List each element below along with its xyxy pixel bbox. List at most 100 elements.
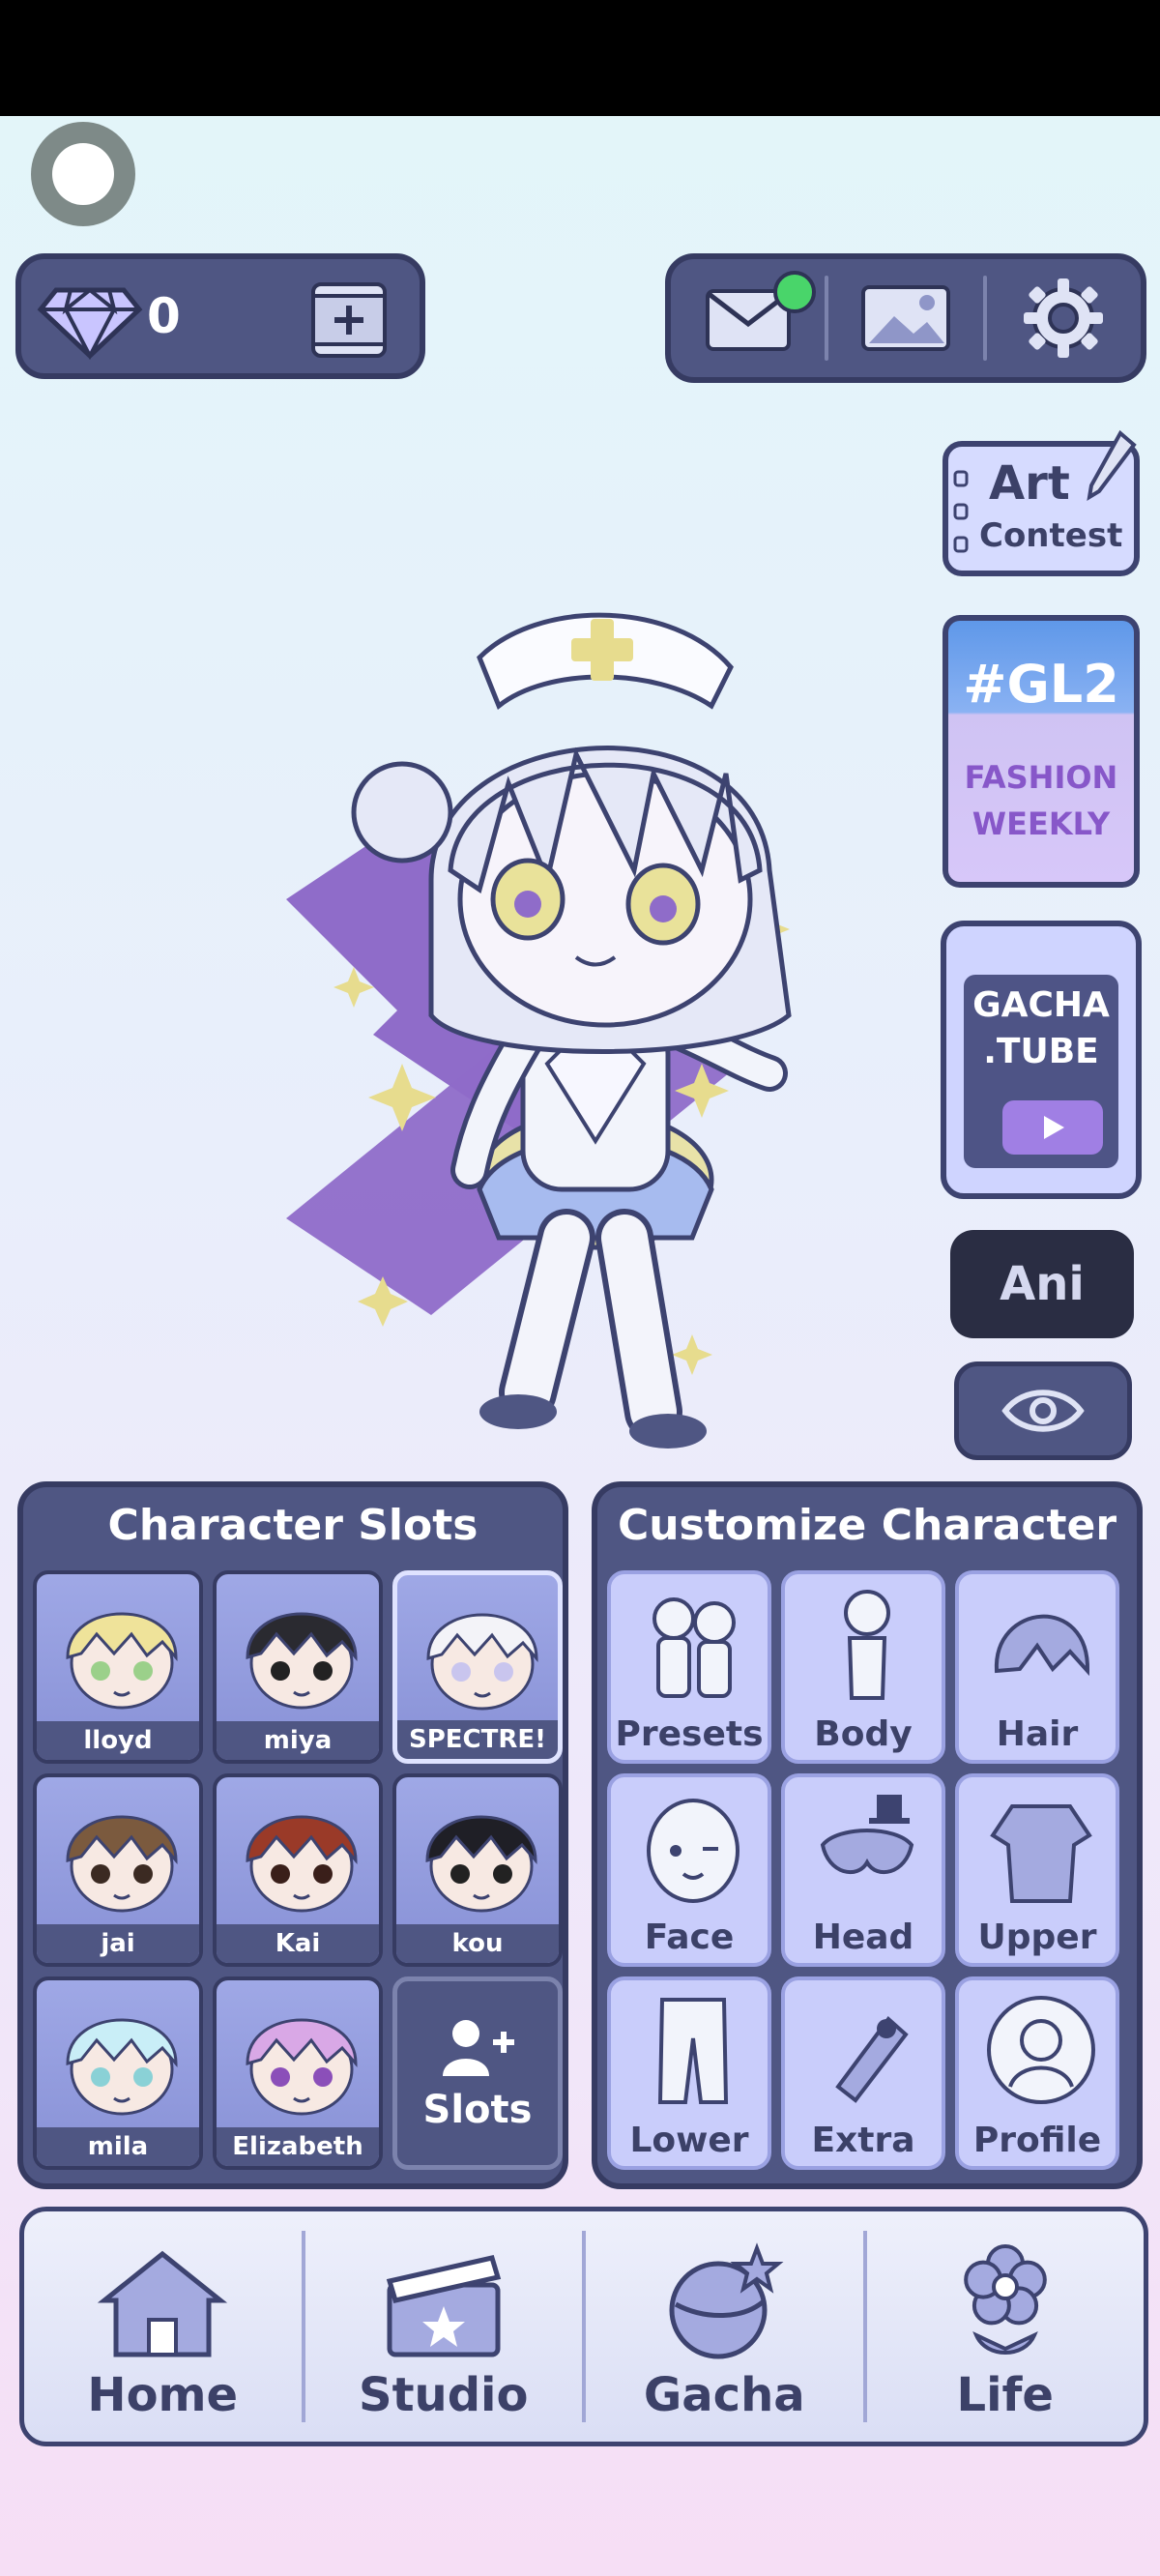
gl2-tag: #GL2 bbox=[963, 654, 1119, 715]
gallery-button[interactable] bbox=[828, 259, 982, 377]
add-slots-label: Slots bbox=[422, 2088, 533, 2132]
nav-home[interactable]: Home bbox=[24, 2211, 302, 2442]
art-contest-label-line2: Contest bbox=[979, 516, 1123, 555]
customize-label: Upper bbox=[977, 1917, 1097, 1957]
character-slot-name: kou bbox=[396, 1924, 559, 1963]
character-slot[interactable]: SPECTRE! bbox=[392, 1570, 563, 1764]
gear-icon bbox=[1024, 278, 1104, 358]
body-icon bbox=[844, 1590, 890, 1700]
fashion-label: FASHION bbox=[964, 759, 1118, 796]
character-portrait-icon bbox=[66, 2018, 178, 2116]
head-icon bbox=[820, 1795, 914, 1875]
mail-button[interactable] bbox=[671, 259, 825, 377]
art-contest-button[interactable]: Art Contest bbox=[942, 429, 1140, 576]
character-slots-panel: Character Slots lloyd miya SPECTRE! jai Kai k… bbox=[17, 1481, 568, 2189]
gacha-tube-line2: .TUBE bbox=[983, 1032, 1099, 1071]
character-slot-name: lloyd bbox=[37, 1721, 199, 1760]
toggle-visibility-button[interactable] bbox=[954, 1361, 1132, 1460]
nav-label: Home bbox=[87, 2368, 239, 2422]
character-slot[interactable]: mila bbox=[33, 1976, 203, 2170]
customize-grid: Presets Body Hair Face Head Upper Lower Extra Pr… bbox=[607, 1570, 1119, 2170]
gacha-tube-button[interactable]: GACHA .TUBE bbox=[941, 921, 1142, 1199]
customize-label: Extra bbox=[811, 2121, 915, 2160]
character-portrait-icon bbox=[426, 1613, 538, 1711]
upper-icon bbox=[990, 1804, 1092, 1903]
character-slot-name: SPECTRE! bbox=[397, 1720, 558, 1759]
add-slots-button[interactable]: Slots bbox=[392, 1976, 563, 2170]
nav-studio[interactable]: Studio bbox=[305, 2211, 583, 2442]
customize-body-button[interactable]: Body bbox=[781, 1570, 945, 1764]
screen-record-indicator[interactable] bbox=[31, 122, 135, 226]
customize-presets-button[interactable]: Presets bbox=[607, 1570, 771, 1764]
hair-icon bbox=[994, 1614, 1090, 1677]
character-slot-name: Elizabeth bbox=[217, 2127, 379, 2166]
pencil-icon bbox=[1087, 429, 1137, 501]
presets-icon bbox=[652, 1597, 736, 1698]
add-user-icon bbox=[443, 2020, 514, 2076]
character-portrait-icon bbox=[425, 1815, 537, 1913]
customize-head-button[interactable]: Head bbox=[781, 1773, 945, 1967]
customize-extra-button[interactable]: Extra bbox=[781, 1976, 945, 2170]
fashion-weekly-label: FASHION WEEKLY bbox=[948, 754, 1134, 847]
image-icon bbox=[860, 285, 950, 351]
nav-label: Gacha bbox=[643, 2368, 805, 2422]
bottom-navigation: Home Studio Gacha Life bbox=[19, 2207, 1148, 2446]
customize-upper-button[interactable]: Upper bbox=[955, 1773, 1119, 1967]
notification-dot bbox=[773, 271, 816, 313]
customize-label: Head bbox=[812, 1917, 914, 1957]
notebook-binding-icon bbox=[953, 470, 969, 553]
customize-label: Profile bbox=[972, 2121, 1102, 2160]
customize-label: Face bbox=[644, 1917, 735, 1957]
customize-label: Presets bbox=[615, 1714, 764, 1754]
slot-grid: lloyd miya SPECTRE! jai Kai kou mila Elizabeth S… bbox=[33, 1570, 563, 2170]
gem-count: 0 bbox=[147, 288, 181, 344]
weekly-label: WEEKLY bbox=[972, 805, 1111, 842]
nav-label: Life bbox=[956, 2368, 1054, 2422]
character-slot-name: miya bbox=[217, 1721, 379, 1760]
character-slot-name: jai bbox=[37, 1924, 199, 1963]
character-portrait-icon bbox=[66, 1612, 178, 1710]
clapperboard-icon bbox=[386, 2255, 501, 2357]
extra-icon bbox=[835, 2016, 909, 2103]
top-toolbar bbox=[665, 253, 1146, 383]
watch-ad-icon[interactable] bbox=[307, 278, 391, 362]
customize-lower-button[interactable]: Lower bbox=[607, 1976, 771, 2170]
character-slot[interactable]: jai bbox=[33, 1773, 203, 1967]
customize-character-title: Customize Character bbox=[617, 1501, 1117, 1550]
settings-button[interactable] bbox=[987, 259, 1141, 377]
eye-icon bbox=[1001, 1390, 1085, 1432]
nav-gacha[interactable]: Gacha bbox=[586, 2211, 863, 2442]
character-portrait-icon bbox=[246, 2018, 358, 2116]
character-preview[interactable] bbox=[286, 561, 905, 1470]
customize-character-panel: Customize Character Presets Body Hair Face H… bbox=[592, 1481, 1143, 2189]
character-portrait-icon bbox=[246, 1815, 358, 1913]
profile-icon bbox=[987, 1996, 1095, 2104]
character-portrait-icon bbox=[246, 1612, 358, 1710]
character-slot-name: Kai bbox=[217, 1924, 379, 1963]
customize-label: Hair bbox=[996, 1714, 1079, 1754]
character-slot[interactable]: miya bbox=[213, 1570, 383, 1764]
customize-profile-button[interactable]: Profile bbox=[955, 1976, 1119, 2170]
tablet-screen: GACHA .TUBE bbox=[964, 975, 1118, 1168]
customize-label: Lower bbox=[629, 2121, 749, 2160]
diamond-icon bbox=[37, 287, 143, 360]
face-icon bbox=[647, 1799, 740, 1903]
character-slot-name: mila bbox=[37, 2127, 199, 2166]
gem-counter: 0 bbox=[15, 253, 425, 379]
character-slot[interactable]: Kai bbox=[213, 1773, 383, 1967]
character-slot[interactable]: lloyd bbox=[33, 1570, 203, 1764]
flower-icon bbox=[963, 2244, 1047, 2355]
lower-icon bbox=[657, 1998, 729, 2104]
fashion-weekly-button[interactable]: #GL2 FASHION WEEKLY bbox=[942, 615, 1140, 888]
customize-hair-button[interactable]: Hair bbox=[955, 1570, 1119, 1764]
status-bar bbox=[0, 0, 1160, 116]
character-slot[interactable]: Elizabeth bbox=[213, 1976, 383, 2170]
character-slots-title: Character Slots bbox=[107, 1501, 478, 1550]
customize-face-button[interactable]: Face bbox=[607, 1773, 771, 1967]
ani-button[interactable]: Ani bbox=[950, 1230, 1134, 1338]
nav-label: Studio bbox=[359, 2368, 529, 2422]
nav-life[interactable]: Life bbox=[867, 2211, 1145, 2442]
gacha-icon bbox=[669, 2242, 784, 2359]
gacha-tube-line1: GACHA bbox=[972, 985, 1110, 1025]
character-slot[interactable]: kou bbox=[392, 1773, 563, 1967]
